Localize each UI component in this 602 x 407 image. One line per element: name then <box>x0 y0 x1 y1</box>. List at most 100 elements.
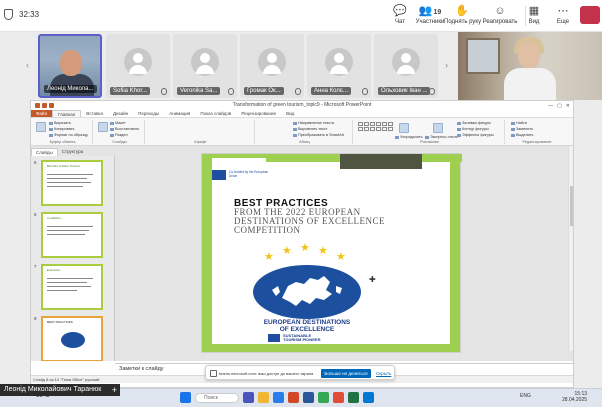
excel-icon[interactable] <box>348 392 359 403</box>
cut-button[interactable]: Вырезать <box>49 121 71 126</box>
react-button[interactable]: ☺ Реагировать <box>482 4 518 25</box>
slide-thumbnail[interactable]: Examples <box>41 264 103 310</box>
participant-tile[interactable]: Громак Ок... <box>240 34 304 98</box>
powerpoint-icon[interactable] <box>288 392 299 403</box>
plus-icon[interactable]: + <box>112 384 117 396</box>
shape-outline-button[interactable]: Контур фигуры <box>457 127 489 132</box>
quick-styles-icon[interactable] <box>433 123 443 133</box>
tab-insert[interactable]: Вставка <box>81 110 108 117</box>
people-icon: 👥19 <box>418 5 442 17</box>
shared-screen: Transformation of green tourism_topic9 -… <box>30 100 574 388</box>
participant-tile[interactable]: Анна Колє... <box>307 34 371 98</box>
leave-button[interactable] <box>580 6 600 24</box>
app-icon[interactable] <box>333 392 344 403</box>
explorer-icon[interactable] <box>258 392 269 403</box>
participant-tile[interactable]: Ольховик Іван ... <box>374 34 438 98</box>
tab-home[interactable]: Главная <box>52 110 82 117</box>
strip-prev-icon[interactable]: ‹ <box>26 60 29 70</box>
format-painter-button[interactable]: Формат по образцу <box>49 133 88 138</box>
copy-button[interactable]: Копировать <box>49 127 74 132</box>
tab-design[interactable]: Дизайн <box>108 110 133 117</box>
thumb-text-line <box>47 174 93 175</box>
star-icon: ★ <box>318 245 328 257</box>
slide-thumbnail-selected[interactable]: BEST PRACTICES <box>41 316 103 361</box>
edge-icon[interactable] <box>273 392 284 403</box>
participant-tile[interactable]: Sofiia Khor... <box>106 34 170 98</box>
participants-count: 19 <box>433 9 442 16</box>
tab-file[interactable]: Файл <box>31 110 53 117</box>
start-icon[interactable] <box>180 392 191 403</box>
teams-icon[interactable] <box>243 392 254 403</box>
section-button[interactable]: Раздел <box>110 133 128 138</box>
participants-button[interactable]: 👥19 Участники <box>412 4 448 25</box>
participant-tile[interactable]: Veronika Sa... <box>173 34 237 98</box>
slide-thumbnail[interactable]: Benefits of Eden Tourism <box>41 160 103 206</box>
tab-animations[interactable]: Анимация <box>164 110 195 117</box>
system-clock[interactable]: 15:13 28.04.2025 <box>562 391 587 403</box>
tab-slideshow[interactable]: Показ слайдов <box>195 110 236 117</box>
quick-access-toolbar[interactable] <box>35 103 54 108</box>
eu-flag-icon <box>212 170 226 180</box>
tab-review[interactable]: Рецензирование <box>236 110 281 117</box>
outlook-icon[interactable] <box>363 392 374 403</box>
language-indicator[interactable]: ENG <box>520 393 531 399</box>
react-label: Реагировать <box>482 19 518 25</box>
raise-hand-button[interactable]: ✋ Поднять руку <box>444 4 482 25</box>
share-notification-banner: teams.microsoft.com: ваш доступ до вашег… <box>205 365 395 380</box>
participant-name: Sofiia Khor... <box>110 87 151 95</box>
chrome-icon[interactable] <box>318 392 329 403</box>
clock-date: 28.04.2025 <box>562 397 588 403</box>
reset-button[interactable]: Восстановить <box>110 127 139 132</box>
replace-button[interactable]: Заменить <box>511 127 533 132</box>
ribbon: Вырезать Копировать Формат по образцу Бу… <box>31 118 573 146</box>
tab-outline[interactable]: Структура <box>58 148 87 156</box>
text-direction-button[interactable]: Направление текста <box>293 121 334 126</box>
word-icon[interactable] <box>303 392 314 403</box>
person-face <box>60 50 82 76</box>
tab-transitions[interactable]: Переходы <box>133 110 164 117</box>
participant-name: Ольховик Іван ... <box>378 87 431 95</box>
taskbar-search[interactable]: Поиск <box>195 392 239 403</box>
person-face <box>518 42 540 68</box>
current-slide[interactable]: Co-funded by the European Union BEST PRA… <box>201 153 462 353</box>
thumb-number: 6 <box>34 212 37 217</box>
avatar-icon <box>258 48 286 76</box>
vertical-scrollbar[interactable] <box>568 146 573 351</box>
align-text-button[interactable]: Выровнять текст <box>293 127 328 132</box>
new-slide-icon[interactable] <box>98 122 108 132</box>
slide-thumbnails[interactable]: 5 Benefits of Eden Tourism 6 In addition… <box>31 156 115 361</box>
shield-icon <box>4 9 13 20</box>
stop-sharing-button[interactable]: Больше не делиться <box>321 369 371 378</box>
select-button[interactable]: Выделить <box>511 133 534 138</box>
shape-effects-button[interactable]: Эффекты фигуры <box>457 133 494 138</box>
mic-off-icon <box>429 88 435 95</box>
eden-label: EUROPEAN DESTINATIONS OF EXCELLENCE <box>232 319 382 333</box>
strip-next-icon[interactable]: › <box>445 60 448 70</box>
editing-group: Найти Заменить Выделить Редактирование <box>507 120 567 144</box>
thumb-title: In addition, <box>47 216 62 220</box>
eu-funding-text: Co-funded by the European Union <box>229 170 269 178</box>
tab-view[interactable]: Вид <box>281 110 299 117</box>
shape-fill-button[interactable]: Заливка фигуры <box>457 121 491 126</box>
slide-thumbnail[interactable]: In addition, <box>41 212 103 258</box>
powerpoint-titlebar: Transformation of green tourism_topic9 -… <box>31 101 573 110</box>
find-button[interactable]: Найти <box>511 121 527 126</box>
thumb-text-line <box>47 186 83 187</box>
window-controls[interactable]: — ▢ ✕ <box>548 102 570 111</box>
smartart-button[interactable]: Преобразовать в SmartArt <box>293 133 344 138</box>
europe-map-logo <box>253 265 361 319</box>
paste-icon[interactable] <box>36 122 46 132</box>
participant-name: Анна Колє... <box>311 87 351 95</box>
group-label: Рисование <box>419 140 440 144</box>
layout-button[interactable]: Макет <box>110 121 126 126</box>
more-button[interactable]: ⋯ Еще <box>545 4 581 25</box>
arrange-icon[interactable] <box>399 123 409 133</box>
self-video[interactable] <box>458 32 602 100</box>
pane-tabs: Слайды Структура <box>31 148 115 156</box>
tab-slides[interactable]: Слайды <box>31 148 58 156</box>
thumb-title: Examples <box>47 268 61 272</box>
participant-tile[interactable]: Леонід Микола... <box>38 34 102 98</box>
raise-hand-label: Поднять руку <box>444 19 482 25</box>
shapes-gallery[interactable] <box>358 122 393 131</box>
hide-banner-link[interactable]: Скрыть <box>376 369 391 378</box>
